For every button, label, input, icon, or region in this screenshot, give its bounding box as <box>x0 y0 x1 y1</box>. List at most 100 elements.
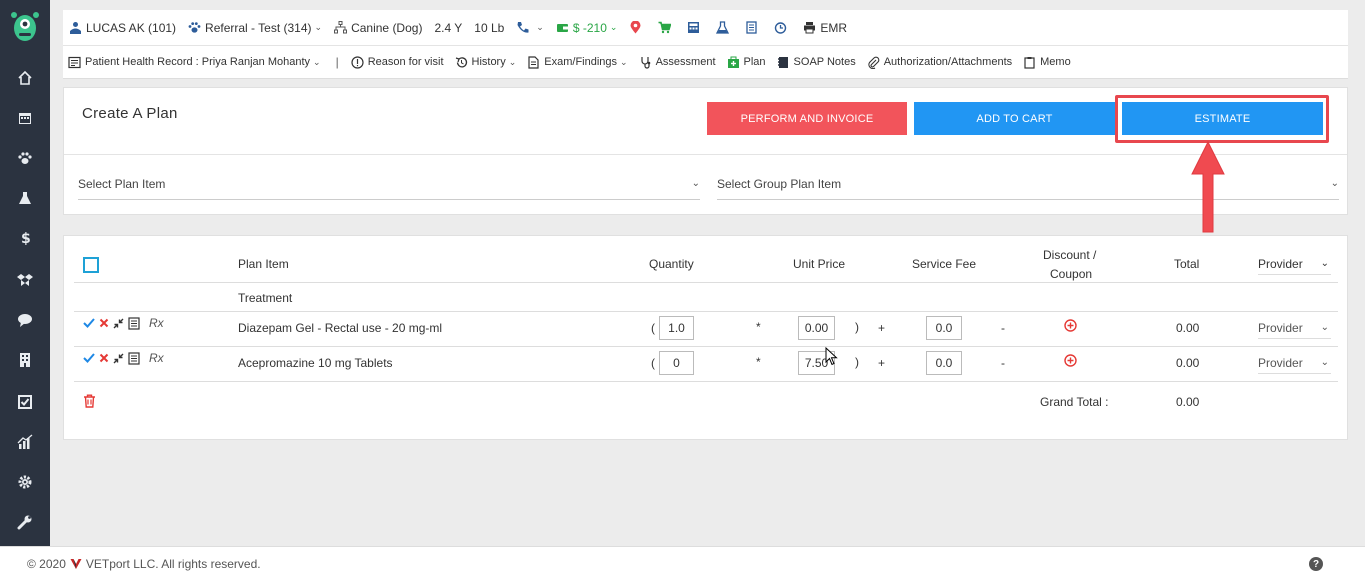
document-icon <box>528 55 539 69</box>
add-discount-icon[interactable] <box>1064 354 1077 367</box>
provider-header-dropdown[interactable]: Provider ⌄ <box>1258 253 1331 275</box>
checkbox-icon[interactable] <box>15 392 35 412</box>
add-to-cart-button[interactable]: ADD TO CART <box>914 102 1115 135</box>
phone-dropdown[interactable]: ⌄ <box>516 21 544 34</box>
paw-icon[interactable] <box>15 148 35 168</box>
app-logo[interactable] <box>8 6 42 44</box>
chart-icon[interactable] <box>15 432 35 452</box>
provider-header-label: Provider <box>1258 256 1303 271</box>
alarm-clock-icon[interactable] <box>774 21 791 34</box>
row-actions: Rx <box>83 351 168 365</box>
notebook-icon <box>777 56 788 68</box>
nav-authorization[interactable]: Authorization/Attachments <box>867 56 1012 69</box>
chevron-down-icon: ⌄ <box>314 22 323 32</box>
nav-label: SOAP Notes <box>793 56 856 68</box>
dollar-icon[interactable]: $ <box>15 228 35 248</box>
chevron-down-icon: ⌄ <box>691 178 700 189</box>
col-service-fee: Service Fee <box>912 257 977 271</box>
check-icon[interactable] <box>83 352 95 364</box>
chevron-down-icon: ⌄ <box>313 56 321 67</box>
emr-print-button[interactable]: EMR <box>803 21 847 35</box>
provider-dropdown[interactable]: Provider ⌄ <box>1258 317 1331 339</box>
chat-icon[interactable] <box>15 310 35 330</box>
add-discount-icon[interactable] <box>1064 319 1077 332</box>
rx-button[interactable]: Rx <box>149 351 164 365</box>
vetport-logo-icon <box>70 558 82 570</box>
provider-dropdown[interactable]: Provider ⌄ <box>1258 352 1331 374</box>
collapse-arrows-icon[interactable] <box>113 353 124 364</box>
cart-icon[interactable] <box>658 21 675 34</box>
nav-label: Assessment <box>655 56 716 68</box>
flask-icon[interactable] <box>15 188 35 208</box>
col-total: Total <box>1174 257 1200 271</box>
building-icon[interactable] <box>15 350 35 370</box>
patient-owner[interactable]: LUCAS AK (101) <box>69 21 176 35</box>
patient-name: LUCAS AK (101) <box>86 20 177 35</box>
location-pin-icon[interactable] <box>629 21 646 34</box>
select-group-placeholder: Select Group Plan Item <box>717 176 842 191</box>
divider <box>74 381 1338 382</box>
species-info: Canine (Dog) <box>334 21 422 35</box>
notes-icon[interactable] <box>128 316 140 330</box>
nav-assessment[interactable]: Assessment <box>639 56 716 69</box>
col-coupon: Coupon <box>1050 267 1093 281</box>
select-plan-item-dropdown[interactable]: Select Plan Item ⌄ <box>78 168 700 200</box>
plus-sign: + <box>878 356 886 370</box>
service-fee-input[interactable]: 0.0 <box>926 351 962 375</box>
plan-item-name: Diazepam Gel - Rectal use - 20 mg-ml <box>238 321 443 335</box>
info-circle-icon <box>351 55 364 69</box>
lab-flask-icon[interactable] <box>716 21 733 34</box>
help-icon[interactable]: ? <box>1309 557 1323 571</box>
nav-exam-findings[interactable]: Exam/Findings ⌄ <box>527 55 628 69</box>
rx-button[interactable]: Rx <box>149 316 164 330</box>
provider-label: Provider <box>1258 355 1303 370</box>
col-quantity: Quantity <box>649 257 694 271</box>
quantity-input[interactable]: 0 <box>659 351 694 375</box>
page-title: Create A Plan <box>82 105 178 122</box>
annotation-highlight-box <box>1115 95 1329 143</box>
select-group-plan-item-dropdown[interactable]: Select Group Plan Item ⌄ <box>717 168 1339 200</box>
patient-record-dropdown[interactable]: Patient Health Record : Priya Ranjan Moh… <box>68 56 321 69</box>
referral-dropdown[interactable]: Referral - Test (314) ⌄ <box>188 21 322 35</box>
chevron-down-icon: ⌄ <box>1320 258 1329 269</box>
service-fee-input[interactable]: 0.0 <box>926 316 962 340</box>
home-icon[interactable] <box>15 68 35 88</box>
close-paren: ) <box>855 320 859 334</box>
gear-icon[interactable] <box>15 472 35 492</box>
notes-icon[interactable] <box>128 351 140 365</box>
trash-icon[interactable] <box>83 394 96 408</box>
patient-record-label: Patient Health Record : Priya Ranjan Moh… <box>85 56 311 68</box>
select-all-checkbox[interactable] <box>83 257 99 273</box>
collapse-arrows-icon[interactable] <box>113 318 124 329</box>
nav-soap-notes[interactable]: SOAP Notes <box>777 56 856 69</box>
unit-price-input[interactable]: 0.00 <box>798 316 835 340</box>
delete-x-icon[interactable] <box>99 353 109 363</box>
annotation-arrow-icon <box>1191 140 1225 233</box>
calendar-icon[interactable] <box>15 108 35 128</box>
nav-label: History <box>471 56 506 68</box>
stethoscope-icon <box>640 56 650 69</box>
quantity-input[interactable]: 1.0 <box>659 316 694 340</box>
divider <box>74 282 1338 283</box>
nav-memo[interactable]: Memo <box>1023 56 1071 69</box>
check-icon[interactable] <box>83 317 95 329</box>
minus-sign: - <box>1001 356 1005 370</box>
delete-x-icon[interactable] <box>99 318 109 328</box>
perform-and-invoice-button[interactable]: PERFORM AND INVOICE <box>707 102 907 135</box>
open-paren: ( <box>651 321 655 335</box>
history-icon <box>455 56 467 67</box>
nav-history[interactable]: History ⌄ <box>455 56 516 69</box>
balance-dropdown[interactable]: $ -210 ⌄ <box>556 21 617 35</box>
sidebar: $ <box>0 0 50 546</box>
calculator-icon[interactable] <box>687 21 704 34</box>
phone-icon <box>517 22 529 33</box>
document-list-icon[interactable] <box>745 21 762 34</box>
nav-plan[interactable]: Plan <box>727 56 766 69</box>
nav-reason-for-visit[interactable]: Reason for visit <box>351 55 444 69</box>
grand-total-label: Grand Total : <box>1040 395 1109 409</box>
wrench-icon[interactable] <box>15 512 35 532</box>
chevron-down-icon: ⌄ <box>620 56 628 67</box>
hierarchy-icon <box>334 21 348 34</box>
dropbox-icon[interactable] <box>15 270 35 290</box>
record-nav: Patient Health Record : Priya Ranjan Moh… <box>63 46 1348 79</box>
